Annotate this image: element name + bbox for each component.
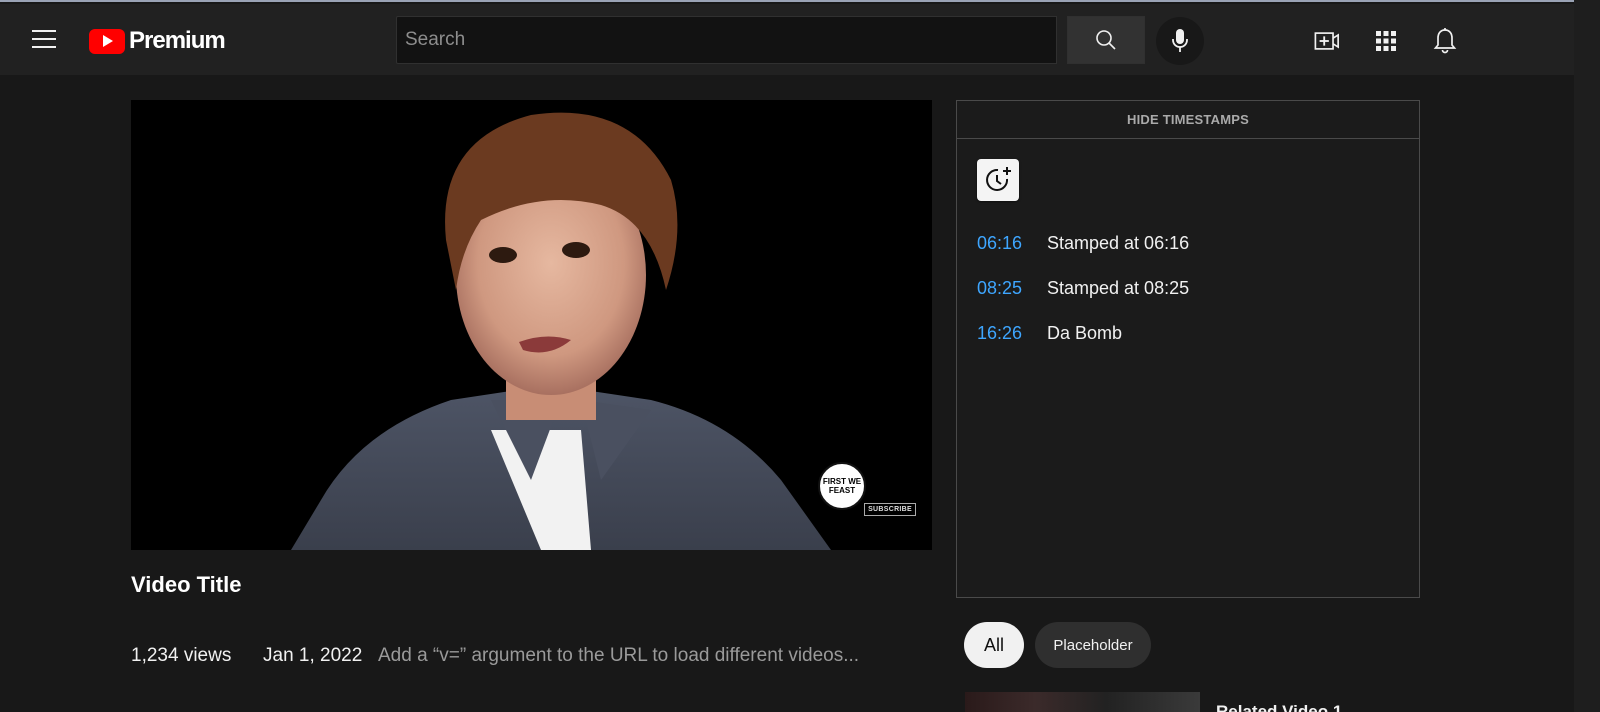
timestamp-item: 16:26 Da Bomb — [977, 311, 1189, 356]
search-input[interactable] — [405, 29, 1048, 51]
search-icon — [1096, 30, 1116, 50]
subscribe-badge[interactable]: SUBSCRIBE — [864, 503, 916, 516]
publish-date: Jan 1, 2022 — [263, 645, 363, 666]
app-page: Premium Search FIRST WE FEAST SUBSCRIBE … — [0, 0, 1574, 712]
timestamps-panel: HIDE TIMESTAMPS 06:16 Stamped at 06:16 0… — [956, 100, 1420, 598]
youtube-premium-logo[interactable]: Premium — [89, 27, 226, 55]
scrollbar-track[interactable] — [1574, 0, 1600, 712]
chip-all[interactable]: All — [964, 622, 1024, 668]
related-video-title[interactable]: Related Video 1 — [1216, 702, 1342, 712]
search-field[interactable] — [396, 16, 1057, 64]
voice-search-button[interactable] — [1156, 17, 1204, 65]
add-timestamp-button[interactable] — [977, 159, 1019, 201]
chip-placeholder[interactable]: Placeholder — [1035, 622, 1151, 668]
video-description: Add a “v=” argument to the URL to load d… — [378, 645, 860, 666]
timestamp-list: 06:16 Stamped at 06:16 08:25 Stamped at … — [977, 221, 1189, 356]
menu-icon[interactable] — [26, 24, 62, 54]
bell-icon[interactable] — [1432, 28, 1458, 54]
mic-icon — [1172, 29, 1188, 52]
search-button[interactable] — [1067, 16, 1145, 64]
apps-grid-icon[interactable] — [1373, 28, 1399, 54]
timestamp-item: 06:16 Stamped at 06:16 — [977, 221, 1189, 266]
video-meta: 1,234 views Jan 1, 2022 Add a “v=” argum… — [131, 645, 859, 667]
timestamp-label[interactable]: Da Bomb — [1047, 323, 1122, 344]
video-frame — [131, 100, 932, 550]
hide-timestamps-button[interactable]: HIDE TIMESTAMPS — [957, 101, 1419, 139]
youtube-play-icon — [89, 28, 125, 54]
video-player[interactable]: FIRST WE FEAST SUBSCRIBE — [131, 100, 932, 550]
view-count: 1,234 views — [131, 645, 232, 666]
timestamp-item: 08:25 Stamped at 08:25 — [977, 266, 1189, 311]
masthead: Premium — [0, 4, 1574, 75]
timestamp-link[interactable]: 08:25 — [977, 278, 1047, 299]
timestamp-label[interactable]: Stamped at 06:16 — [1047, 233, 1189, 254]
create-video-icon[interactable] — [1314, 28, 1340, 54]
timestamp-label[interactable]: Stamped at 08:25 — [1047, 278, 1189, 299]
timestamp-link[interactable]: 16:26 — [977, 323, 1047, 344]
related-video-thumbnail[interactable] — [965, 692, 1200, 712]
logo-text: Premium — [129, 27, 226, 54]
timestamp-link[interactable]: 06:16 — [977, 233, 1047, 254]
video-title: Video Title — [131, 572, 242, 597]
clock-plus-icon — [986, 167, 1011, 191]
channel-watermark-logo[interactable]: FIRST WE FEAST — [818, 462, 866, 510]
